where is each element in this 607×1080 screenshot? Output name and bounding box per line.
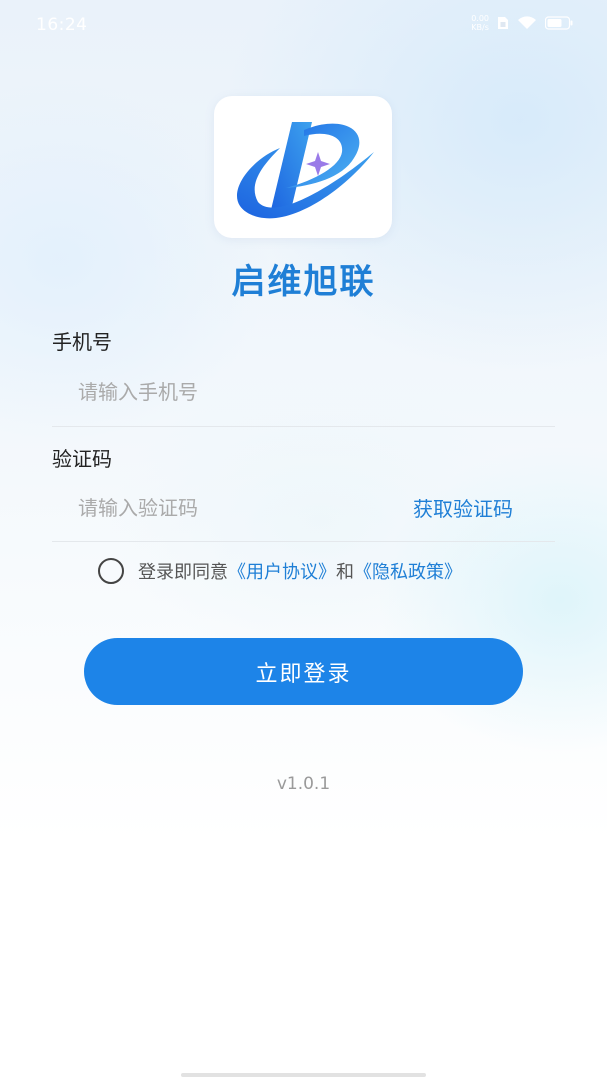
agreement-prefix: 登录即同意	[138, 562, 228, 583]
app-logo-icon	[236, 122, 374, 219]
agreement-checkbox[interactable]	[98, 558, 124, 584]
sim-icon	[498, 17, 508, 29]
phone-divider	[52, 426, 555, 427]
app-name: 启维旭联	[231, 262, 376, 302]
privacy-policy-link[interactable]: 《隐私政策》	[354, 558, 462, 584]
phone-label: 手机号	[52, 330, 112, 354]
user-agreement-link[interactable]: 《用户协议》	[228, 558, 336, 584]
wifi-icon	[518, 16, 536, 29]
network-speed-value: 0.00	[471, 14, 489, 23]
status-icons: 0.00 KB/s	[471, 14, 573, 32]
network-speed-unit: KB/s	[471, 23, 489, 32]
agreement-conjunction: 和	[336, 562, 354, 583]
app-logo	[214, 96, 392, 238]
login-button[interactable]: 立即登录	[84, 638, 523, 705]
version-label: v1.0.1	[276, 774, 331, 794]
get-code-button[interactable]: 获取验证码	[413, 493, 513, 522]
code-divider	[52, 541, 555, 542]
code-label: 验证码	[52, 447, 112, 471]
code-input[interactable]	[52, 488, 378, 528]
phone-input[interactable]	[52, 372, 378, 412]
network-speed: 0.00 KB/s	[471, 14, 489, 32]
home-indicator[interactable]	[181, 1073, 426, 1077]
status-bar: 16:24 0.00 KB/s	[0, 0, 607, 52]
status-time: 16:24	[36, 15, 88, 35]
agreement-row: 登录即同意 《用户协议》 和 《隐私政策》	[98, 556, 462, 586]
battery-icon	[545, 16, 573, 30]
